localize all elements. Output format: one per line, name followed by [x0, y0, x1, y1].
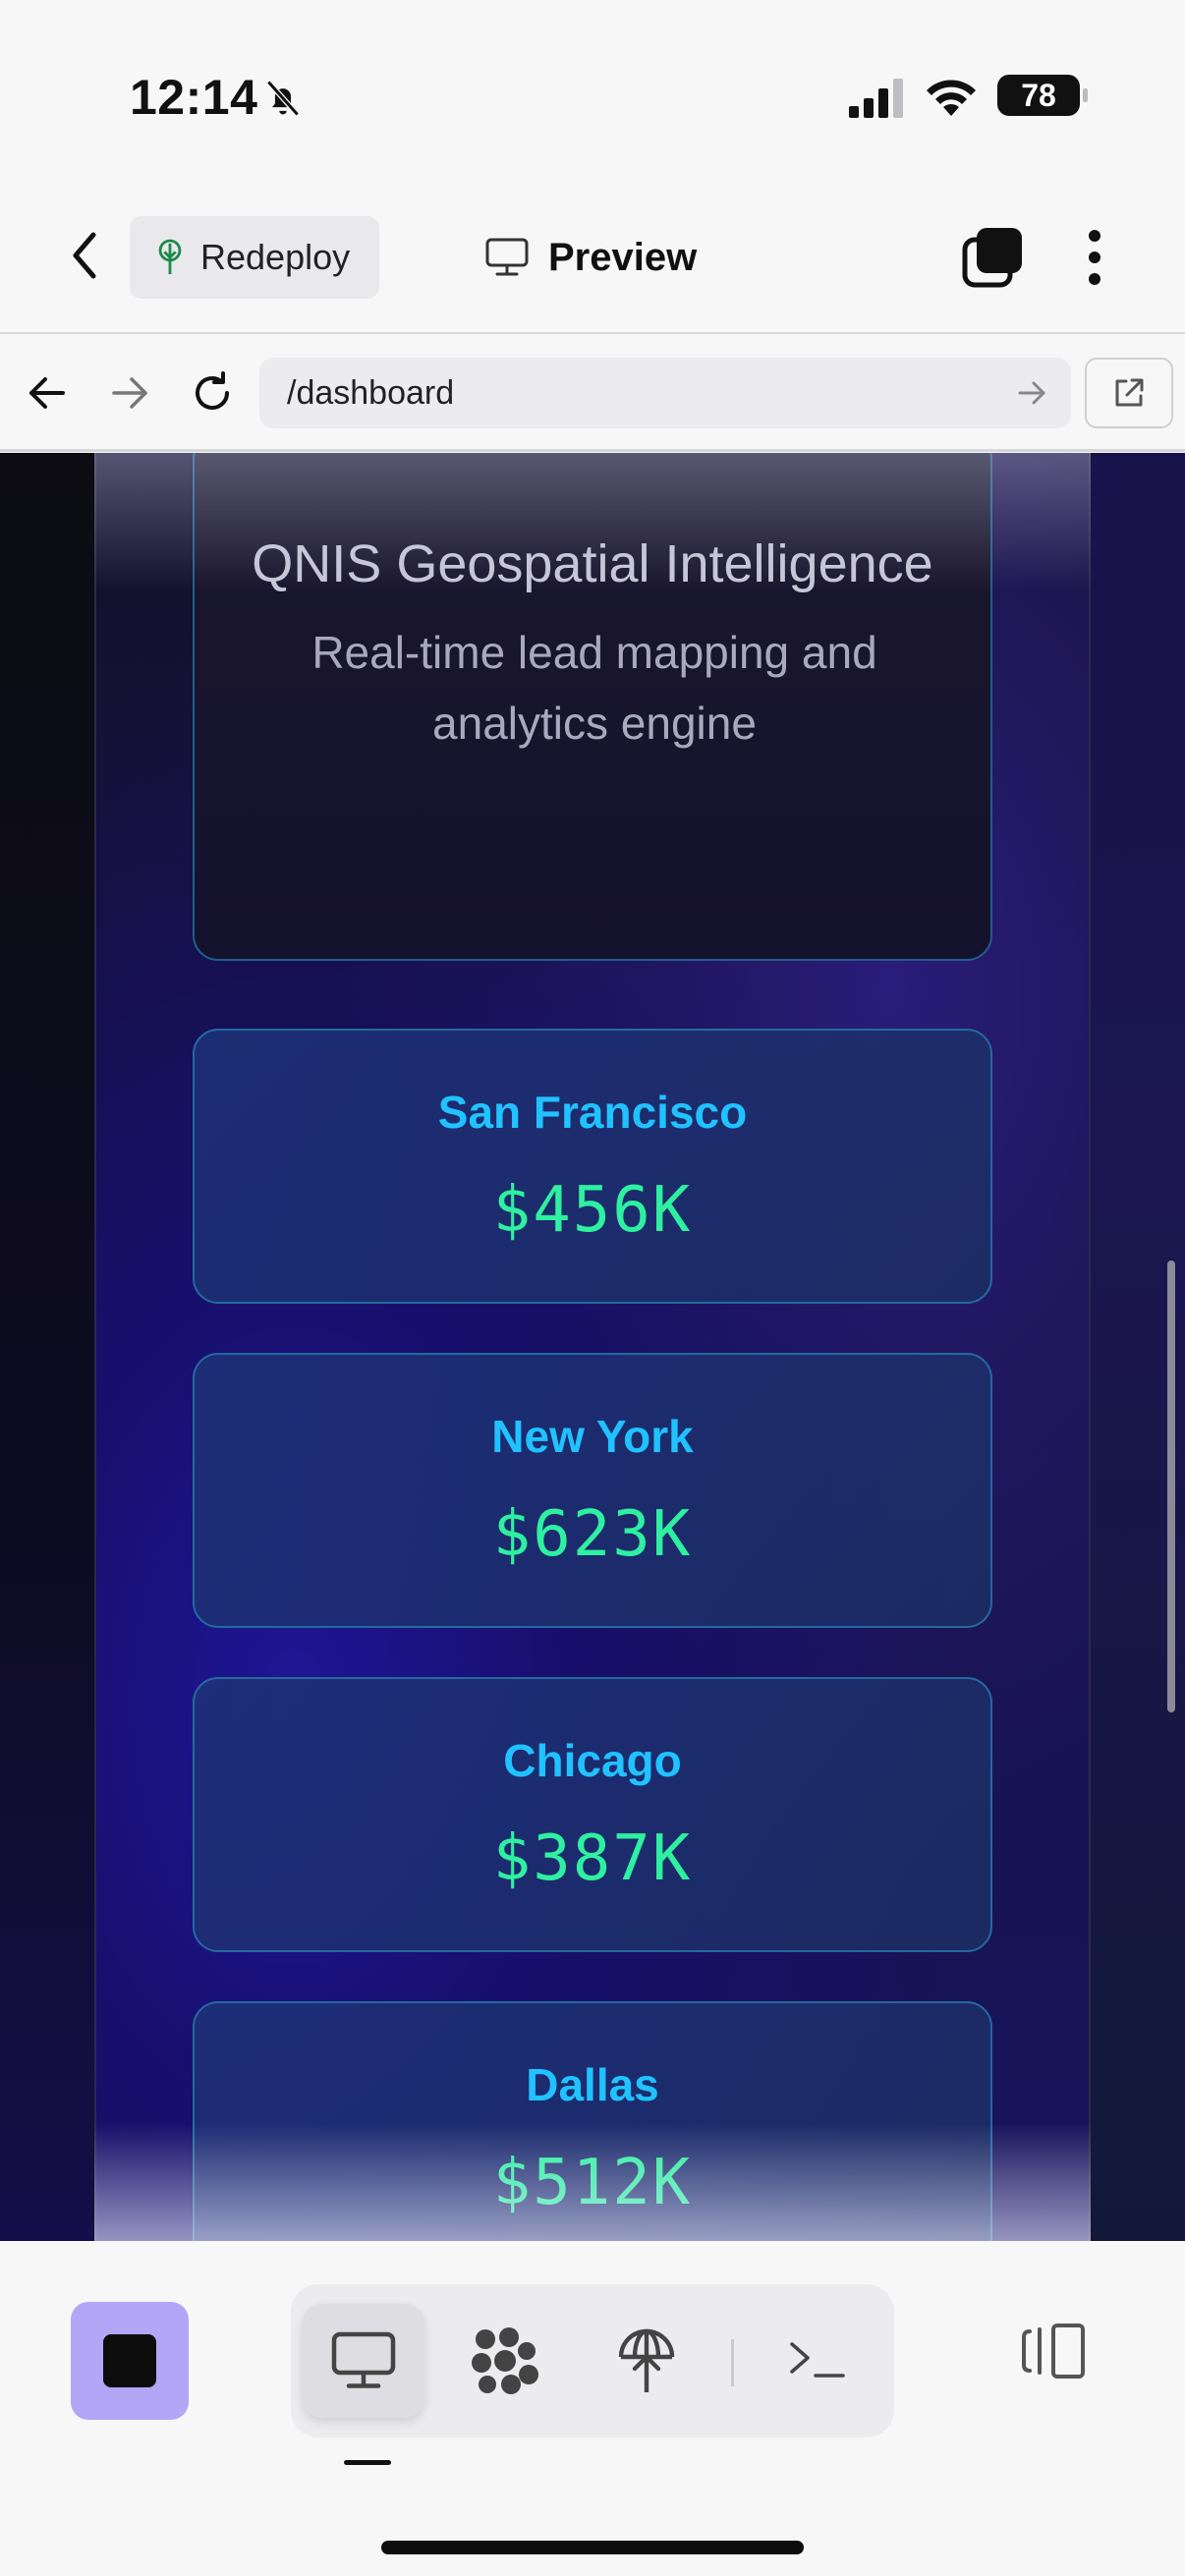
go-arrow-icon[interactable] [1014, 375, 1049, 411]
chevron-left-icon [73, 232, 96, 279]
active-tab-indicator [344, 2460, 391, 2465]
viewport-left-margin [0, 453, 94, 2241]
dot [1089, 252, 1100, 263]
app-header: Redeploy Preview [0, 187, 1185, 334]
dot [1089, 273, 1100, 285]
browser-forward-button[interactable] [98, 362, 161, 424]
preview-title: Preview [485, 226, 697, 289]
city-card-san-francisco[interactable]: San Francisco $456K [193, 1029, 992, 1304]
url-bar: /dashboard [0, 334, 1185, 452]
redeploy-label: Redeploy [200, 237, 351, 277]
terminal-icon [790, 2342, 845, 2378]
scrollbar-thumb[interactable] [1167, 1260, 1175, 1712]
stop-button[interactable] [71, 2302, 189, 2420]
city-name: New York [491, 1411, 694, 1462]
city-value: $512K [492, 2147, 693, 2219]
home-indicator [381, 2541, 804, 2554]
back-button[interactable] [57, 226, 112, 285]
wifi-icon [927, 80, 976, 116]
city-name: Chicago [503, 1735, 682, 1786]
agent-cluster-icon [472, 2327, 538, 2394]
agent-mode-button[interactable] [444, 2304, 566, 2418]
tabs-switcher-icon[interactable] [961, 226, 1024, 289]
deploy-globe-icon [618, 2328, 675, 2392]
redeploy-button[interactable]: Redeploy [130, 216, 379, 299]
city-card-new-york[interactable]: New York $623K [193, 1353, 992, 1628]
status-bar: 12:14 78 [0, 0, 1185, 187]
city-name: Dallas [526, 2059, 659, 2110]
browser-back-button[interactable] [16, 362, 79, 424]
bottom-toolbar [0, 2241, 1185, 2576]
url-path: /dashboard [287, 373, 455, 412]
mode-divider [731, 2339, 734, 2386]
side-panel-icon [1022, 2324, 1085, 2379]
arrow-right-icon [112, 377, 147, 409]
reload-icon [196, 371, 229, 410]
battery-indicator: 78 [997, 75, 1088, 116]
preview-label: Preview [548, 235, 698, 279]
reload-button[interactable] [181, 362, 244, 424]
url-input[interactable]: /dashboard [259, 358, 1071, 428]
external-link-icon [1115, 378, 1144, 407]
deploy-tree-icon [158, 239, 182, 274]
open-external-button[interactable] [1085, 358, 1173, 428]
monitor-icon [331, 2331, 396, 2388]
city-value: $387K [492, 1822, 693, 1895]
hero-card: QNIS Geospatial Intelligence Real-time l… [193, 453, 992, 961]
city-value: $456K [492, 1174, 693, 1247]
city-card-dallas[interactable]: Dallas $512K [193, 2001, 992, 2241]
city-value: $623K [492, 1498, 693, 1571]
view-mode-group [291, 2284, 894, 2437]
dot [1089, 230, 1100, 242]
stop-square-icon [103, 2334, 156, 2387]
status-time: 12:14 [130, 70, 258, 125]
preview-viewport[interactable]: QNIS Geospatial Intelligence Real-time l… [0, 453, 1185, 2241]
more-options-button[interactable] [1075, 226, 1114, 289]
hero-title: QNIS Geospatial Intelligence [252, 534, 933, 593]
monitor-icon [485, 238, 529, 276]
deploy-mode-button[interactable] [586, 2304, 707, 2418]
city-card-chicago[interactable]: Chicago $387K [193, 1677, 992, 1952]
preview-mode-button[interactable] [303, 2304, 424, 2418]
hero-subtitle: Real-time lead mapping and analytics eng… [311, 627, 877, 749]
arrow-left-icon [29, 377, 65, 409]
console-mode-button[interactable] [757, 2304, 878, 2418]
city-name: San Francisco [437, 1087, 748, 1138]
cellular-signal-icon [849, 79, 903, 118]
bell-off-icon [266, 80, 300, 117]
panel-toggle-button[interactable] [1012, 2310, 1095, 2392]
